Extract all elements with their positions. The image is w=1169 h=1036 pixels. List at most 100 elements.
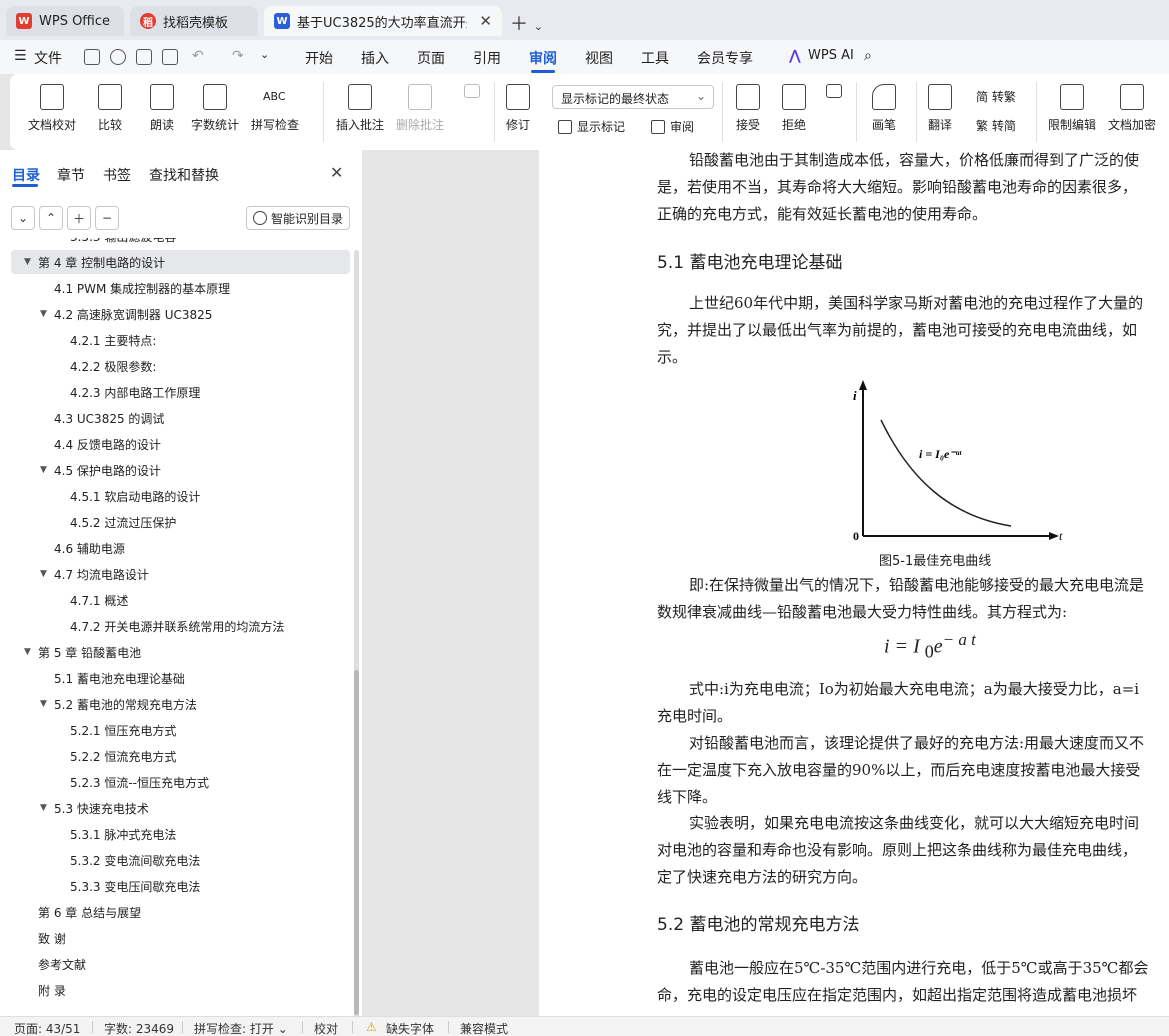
hamburger-icon[interactable]: ☰: [14, 48, 27, 64]
toc-item[interactable]: ▼ 5.3 快速充电技术: [11, 796, 350, 820]
toc-item[interactable]: 4.6 辅助电源: [11, 536, 350, 560]
collapse-all-button[interactable]: ⌄: [11, 206, 35, 230]
toc-item[interactable]: 4.4 反馈电路的设计: [11, 432, 350, 456]
toc-item[interactable]: 4.3 UC3825 的调试: [11, 406, 350, 430]
toc-item[interactable]: 4.2.3 内部电路工作原理: [11, 380, 350, 404]
nav-scrollbar[interactable]: [354, 250, 359, 1018]
toc-item[interactable]: ▼ 4.7 均流电路设计: [11, 562, 350, 586]
markup-state-select[interactable]: 显示标记的最终状态 ⌄: [552, 85, 714, 109]
toc-item[interactable]: 4.7.1 概述: [11, 588, 350, 612]
read-aloud-button[interactable]: 朗读: [150, 84, 174, 133]
tab-document[interactable]: W 基于UC3825的大功率直流开关 ✕: [264, 6, 502, 36]
menu-page[interactable]: 页面: [417, 48, 445, 68]
save-icon[interactable]: [84, 49, 100, 65]
search-icon[interactable]: ⌕: [864, 48, 872, 64]
menu-references[interactable]: 引用: [473, 48, 501, 68]
restrict-edit-button[interactable]: 限制编辑: [1048, 84, 1096, 133]
page-indicator[interactable]: 页面: 43/51: [14, 1020, 80, 1036]
toc-item[interactable]: 附 录: [11, 978, 350, 1002]
toc-item[interactable]: 第 6 章 总结与展望: [11, 900, 350, 924]
tab-wps-office[interactable]: W WPS Office: [6, 6, 124, 36]
spell-check-button[interactable]: ABC 拼写检查: [251, 84, 299, 133]
doc-check-button[interactable]: 文档校对: [28, 84, 76, 133]
expand-arrow-icon[interactable]: ▼: [24, 647, 31, 657]
toc-item[interactable]: 4.1 PWM 集成控制器的基本原理: [11, 276, 350, 300]
toc-item[interactable]: ▼ 第 5 章 铅酸蓄电池: [11, 640, 350, 664]
toc-item[interactable]: 致 谢: [11, 926, 350, 950]
expand-arrow-icon[interactable]: ▼: [24, 257, 31, 267]
menu-tools[interactable]: 工具: [641, 48, 669, 68]
change-nav-button[interactable]: [826, 84, 842, 104]
to-traditional-button[interactable]: 简 转繁: [976, 88, 1016, 105]
translate-button[interactable]: 翻译: [928, 84, 952, 133]
toc-item[interactable]: 5.3.2 变电流间歇充电法: [11, 848, 350, 872]
wps-ai-icon[interactable]: ⋀: [789, 48, 801, 64]
close-icon[interactable]: ✕: [330, 163, 343, 182]
menu-home[interactable]: 开始: [305, 48, 333, 68]
toc-item[interactable]: 5.3.3 变电压间歇充电法: [11, 874, 350, 898]
toc-item[interactable]: 参考文献: [11, 952, 350, 976]
add-heading-button[interactable]: ＋: [67, 206, 91, 230]
scrollbar-thumb[interactable]: [354, 670, 359, 1015]
delete-comment-button[interactable]: 删除批注: [396, 84, 444, 133]
quick-access-more-icon[interactable]: ⌄: [260, 48, 269, 61]
menu-file[interactable]: 文件: [34, 48, 62, 68]
redo-icon[interactable]: ↷: [232, 48, 244, 64]
expand-arrow-icon[interactable]: ▼: [40, 803, 47, 813]
missing-font-status[interactable]: 缺失字体: [386, 1020, 434, 1036]
toc-item[interactable]: ▼ 5.2 蓄电池的常规充电方法: [11, 692, 350, 716]
review-pane-button[interactable]: 审阅: [651, 118, 694, 135]
expand-arrow-icon[interactable]: ▼: [40, 309, 47, 319]
spell-check-status[interactable]: 拼写检查: 打开 ⌄: [194, 1020, 288, 1036]
toc-item[interactable]: 4.5.2 过流过压保护: [11, 510, 350, 534]
toc-item[interactable]: 4.7.2 开关电源并联系统常用的均流方法: [11, 614, 350, 638]
menu-view[interactable]: 视图: [585, 48, 613, 68]
nav-tab-bookmarks[interactable]: 书签: [103, 165, 131, 185]
remove-heading-button[interactable]: −: [95, 206, 119, 230]
print-preview-icon[interactable]: [162, 49, 178, 65]
toc-item[interactable]: ▼ 4.5 保护电路的设计: [11, 458, 350, 482]
comment-nav-button[interactable]: [464, 84, 480, 104]
toc-item[interactable]: 5.2.3 恒流--恒压充电方式: [11, 770, 350, 794]
new-tab-button[interactable]: ＋ ⌄: [510, 10, 543, 36]
tab-template[interactable]: 稻 找稻壳模板: [130, 6, 258, 36]
toc-item[interactable]: 4.5.1 软启动电路的设计: [11, 484, 350, 508]
insert-comment-button[interactable]: 插入批注: [336, 84, 384, 133]
nav-tab-chapters[interactable]: 章节: [57, 165, 85, 185]
word-count-status[interactable]: 字数: 23469: [104, 1020, 174, 1036]
toc-item[interactable]: ▼ 第 4 章 控制电路的设计: [11, 250, 350, 274]
pen-button[interactable]: 画笔: [872, 84, 896, 133]
reject-button[interactable]: 拒绝: [782, 84, 806, 133]
share-icon[interactable]: [110, 49, 126, 65]
close-tab-icon[interactable]: ✕: [471, 12, 492, 30]
doc-encrypt-button[interactable]: 文档加密: [1108, 84, 1156, 133]
undo-icon[interactable]: ↶: [192, 48, 204, 64]
show-markup-button[interactable]: 显示标记: [558, 118, 625, 135]
toc-item[interactable]: 5.3.1 脉冲式充电法: [11, 822, 350, 846]
expand-arrow-icon[interactable]: ▼: [40, 465, 47, 475]
chevron-down-icon[interactable]: ⌄: [534, 20, 543, 33]
expand-arrow-icon[interactable]: ▼: [40, 699, 47, 709]
toc-item[interactable]: 5.2.2 恒流充电方式: [11, 744, 350, 768]
toc-item[interactable]: 3.5.3 输出滤波电容: [11, 238, 350, 248]
toc-item[interactable]: ▼ 4.2 高速脉宽调制器 UC3825: [11, 302, 350, 326]
expand-arrow-icon[interactable]: ▼: [40, 569, 47, 579]
word-count-button[interactable]: 字数统计: [191, 84, 239, 133]
document-page[interactable]: 铅酸蓄电池由于其制造成本低，容量大，价格低廉而得到了广泛的使 是，若使用不当，其…: [539, 150, 1169, 1016]
menu-member[interactable]: 会员专享: [697, 48, 753, 68]
smart-toc-button[interactable]: 智能识别目录: [246, 206, 350, 230]
nav-tab-toc[interactable]: 目录: [12, 165, 40, 185]
menu-review[interactable]: 审阅: [529, 48, 557, 68]
nav-tab-find-replace[interactable]: 查找和替换: [149, 165, 219, 185]
toc-item[interactable]: 4.2.1 主要特点:: [11, 328, 350, 352]
compare-button[interactable]: 比较: [98, 84, 122, 133]
toc-item[interactable]: 5.1 蓄电池充电理论基础: [11, 666, 350, 690]
toc-item[interactable]: 5.2.1 恒压充电方式: [11, 718, 350, 742]
accept-button[interactable]: 接受: [736, 84, 760, 133]
menu-wps-ai[interactable]: WPS AI: [808, 48, 854, 63]
to-simplified-button[interactable]: 繁 转简: [976, 117, 1016, 134]
print-icon[interactable]: [136, 49, 152, 65]
toc-item[interactable]: 4.2.2 极限参数:: [11, 354, 350, 378]
proof-status[interactable]: 校对: [314, 1020, 338, 1036]
revise-button[interactable]: 修订: [506, 84, 530, 133]
